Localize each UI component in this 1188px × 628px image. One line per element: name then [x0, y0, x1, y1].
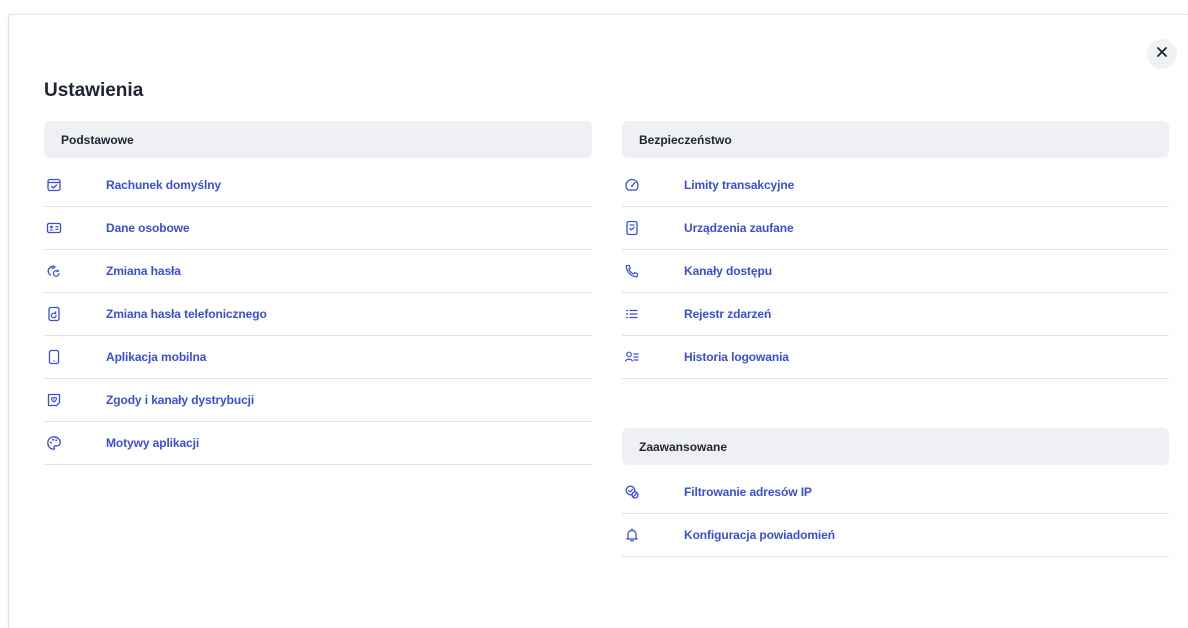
- user-list-icon: [622, 349, 684, 365]
- settings-item-change-phone-password[interactable]: Zmiana hasła telefonicznego: [44, 293, 592, 336]
- item-label: Dane osobowe: [106, 221, 190, 235]
- bell-icon: [622, 527, 684, 543]
- mobile-phone-icon: [44, 349, 106, 365]
- settings-item-default-account[interactable]: Rachunek domyślny: [44, 164, 592, 207]
- section-basic: Podstawowe Rachunek domyślny Dane osobow…: [44, 121, 592, 465]
- trusted-device-icon: [622, 220, 684, 236]
- item-label: Zmiana hasła telefonicznego: [106, 307, 267, 321]
- list-icon: [622, 306, 684, 322]
- settings-item-event-log[interactable]: Rejestr zdarzeń: [622, 293, 1169, 336]
- section-security: Bezpieczeństwo Limity transakcyjne Urząd…: [622, 121, 1169, 557]
- item-label: Aplikacja mobilna: [106, 350, 207, 364]
- item-label: Motywy aplikacji: [106, 436, 200, 450]
- phone-call-icon: [622, 263, 684, 279]
- item-label: Konfiguracja powiadomień: [684, 528, 835, 542]
- item-label: Rachunek domyślny: [106, 178, 222, 192]
- wallet-check-icon: [44, 177, 106, 193]
- close-icon: [1156, 45, 1168, 63]
- phone-password-icon: [44, 306, 106, 322]
- palette-icon: [44, 435, 106, 451]
- settings-item-trusted-devices[interactable]: Urządzenia zaufane: [622, 207, 1169, 250]
- settings-item-consents[interactable]: Zgody i kanały dystrybucji: [44, 379, 592, 422]
- dialog-title: Ustawienia: [44, 80, 144, 101]
- gauge-icon: [622, 177, 684, 193]
- settings-item-personal-data[interactable]: Dane osobowe: [44, 207, 592, 250]
- section-header-advanced: Zaawansowane: [622, 428, 1169, 465]
- item-label: Rejestr zdarzeń: [684, 307, 772, 321]
- item-label: Kanały dostępu: [684, 264, 772, 278]
- settings-item-mobile-app[interactable]: Aplikacja mobilna: [44, 336, 592, 379]
- settings-item-ip-filtering[interactable]: Filtrowanie adresów IP: [622, 471, 1169, 514]
- settings-item-app-themes[interactable]: Motywy aplikacji: [44, 422, 592, 465]
- section-header-basic: Podstawowe: [44, 121, 592, 158]
- settings-item-change-password[interactable]: Zmiana hasła: [44, 250, 592, 293]
- section-advanced: Zaawansowane Filtrowanie adresów IP Konf…: [622, 428, 1169, 557]
- close-button[interactable]: [1147, 39, 1177, 69]
- settings-item-access-channels[interactable]: Kanały dostępu: [622, 250, 1169, 293]
- password-change-icon: [44, 263, 106, 279]
- item-label: Urządzenia zaufane: [684, 221, 794, 235]
- item-label: Zgody i kanały dystrybucji: [106, 393, 255, 407]
- item-label: Limity transakcyjne: [684, 178, 795, 192]
- section-header-security: Bezpieczeństwo: [622, 121, 1169, 158]
- consent-icon: [44, 392, 106, 408]
- item-label: Historia logowania: [684, 350, 789, 364]
- settings-item-transaction-limits[interactable]: Limity transakcyjne: [622, 164, 1169, 207]
- item-label: Filtrowanie adresów IP: [684, 485, 812, 499]
- ip-filter-icon: [622, 484, 684, 500]
- settings-item-notifications-config[interactable]: Konfiguracja powiadomień: [622, 514, 1169, 557]
- id-card-icon: [44, 220, 106, 236]
- item-label: Zmiana hasła: [106, 264, 181, 278]
- settings-item-login-history[interactable]: Historia logowania: [622, 336, 1169, 379]
